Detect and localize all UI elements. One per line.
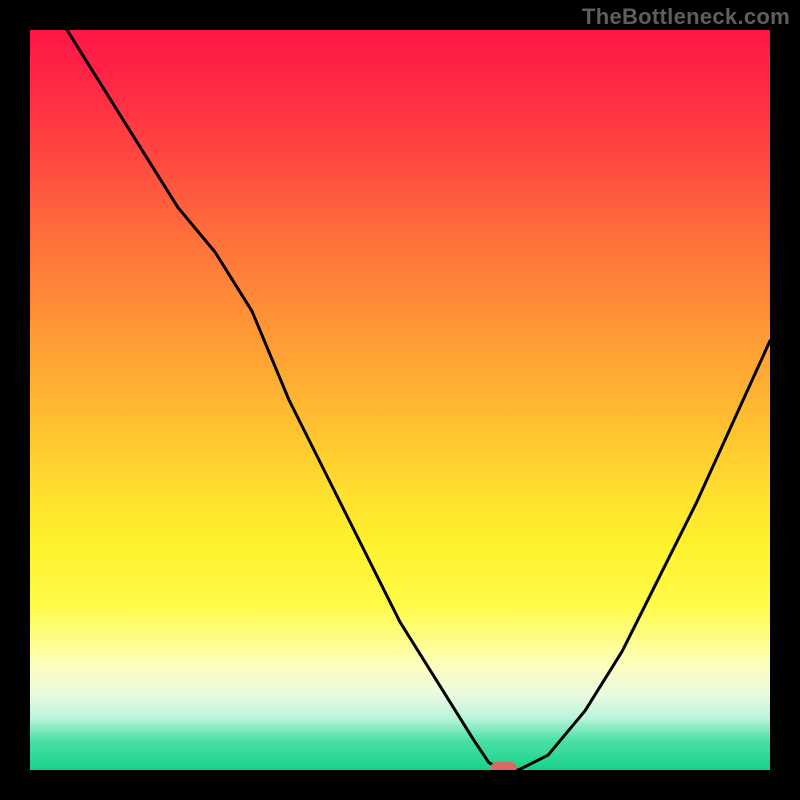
bottleneck-curve-svg — [30, 30, 770, 770]
bottleneck-curve-path — [67, 30, 770, 770]
plot-area — [30, 30, 770, 770]
chart-frame: TheBottleneck.com — [0, 0, 800, 800]
watermark-text: TheBottleneck.com — [582, 4, 790, 30]
minimum-marker-icon — [491, 762, 517, 770]
